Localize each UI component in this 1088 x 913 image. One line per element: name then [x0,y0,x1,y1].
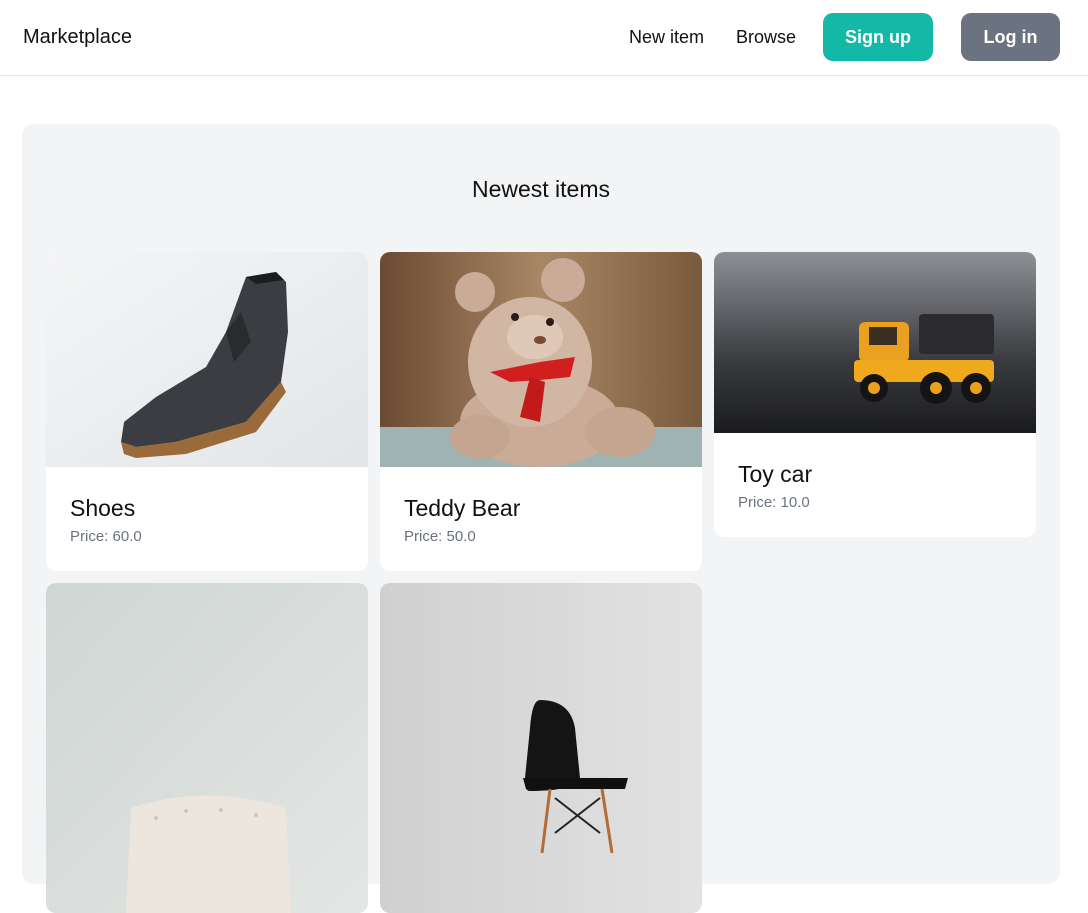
item-name: Teddy Bear [404,495,521,521]
item-price: Price: 10.0 [738,494,810,511]
teddy-bear-image [380,252,702,467]
item-name: Toy car [738,461,813,487]
item-card-shoes[interactable]: Shoes Price: 60.0 [46,252,368,571]
brand-link[interactable]: Marketplace [23,26,132,49]
item-price: Price: 50.0 [404,528,476,545]
shoe-image [46,252,368,467]
section-title: Newest items [471,176,611,202]
item-card-chair[interactable] [380,583,702,913]
item-price: Price: 60.0 [70,528,142,545]
item-card-toy-car[interactable]: Toy car Price: 10.0 [714,252,1036,537]
item-card-armchair[interactable] [46,583,368,913]
signup-button[interactable]: Sign up [823,13,933,61]
nav-link-browse[interactable]: Browse [736,27,796,48]
chair-image [380,583,702,913]
toy-truck-image [714,252,1036,433]
item-card-teddy-bear[interactable]: Teddy Bear Price: 50.0 [380,252,702,571]
nav-link-new-item[interactable]: New item [629,27,704,48]
armchair-image [46,583,368,913]
navbar: Marketplace New item Browse Sign up Log … [0,0,1088,76]
newest-items-section: Newest items Shoes Price: 60.0 Teddy Bea… [22,124,1060,913]
login-button[interactable]: Log in [961,13,1060,61]
item-name: Shoes [70,495,136,521]
